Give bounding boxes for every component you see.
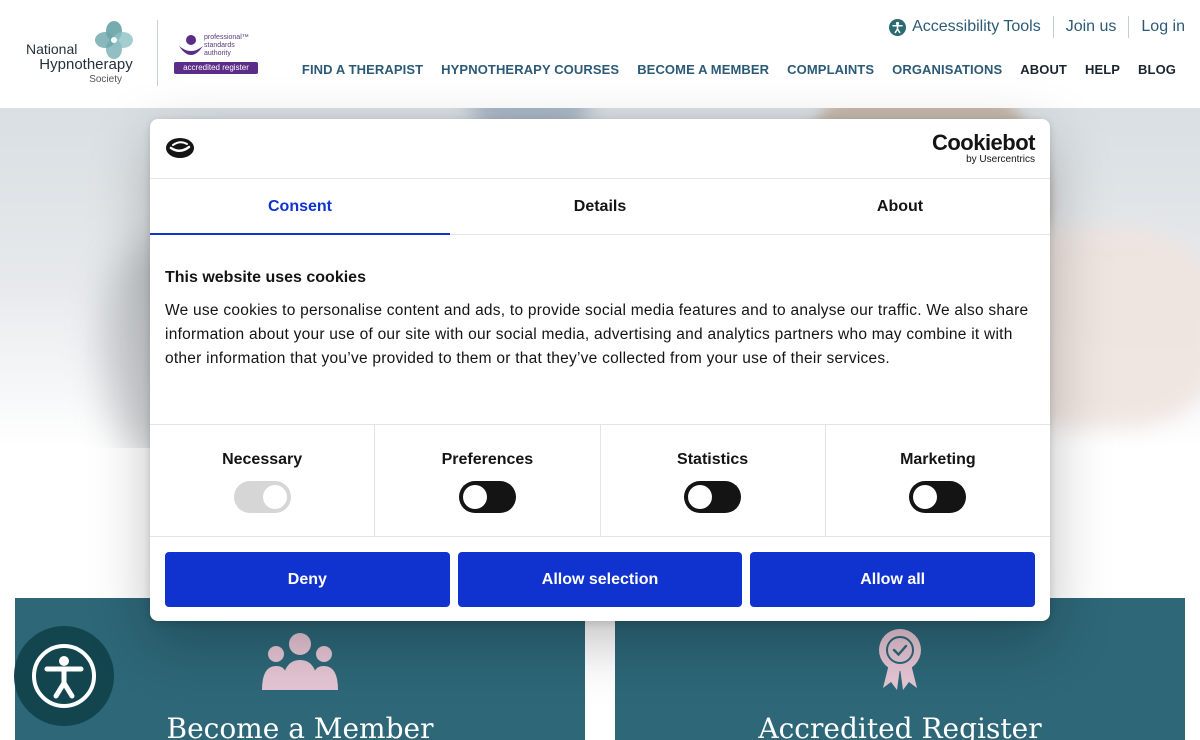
allow-selection-button[interactable]: Allow selection [457, 552, 743, 607]
tab-about[interactable]: About [750, 179, 1050, 234]
tab-consent[interactable]: Consent [150, 179, 450, 235]
necessary-switch [233, 481, 291, 513]
toggle-marketing-group: Marketing [826, 425, 1050, 536]
dialog-body: This website uses cookies We use cookies… [165, 269, 1035, 371]
toggle-label: Necessary [222, 451, 303, 468]
toggle-label: Marketing [900, 451, 976, 468]
dialog-title: This website uses cookies [165, 269, 366, 286]
toggle-preferences-group: Preferences [375, 425, 601, 536]
marketing-switch[interactable] [909, 481, 967, 513]
dialog-header: Cookiebot by Usercentrics [150, 119, 1050, 179]
cookie-consent-dialog: Cookiebot by Usercentrics Consent Detail… [150, 119, 1050, 621]
statistics-switch[interactable] [684, 481, 742, 513]
preferences-switch[interactable] [458, 481, 516, 513]
allow-all-button[interactable]: Allow all [750, 552, 1036, 607]
deny-button[interactable]: Deny [165, 552, 450, 607]
toggle-label: Preferences [441, 451, 534, 468]
cookiebot-brand[interactable]: Cookiebot by Usercentrics [931, 130, 1036, 165]
toggle-necessary-group: Necessary [150, 425, 376, 536]
tab-details[interactable]: Details [450, 179, 750, 234]
brand-sub: by Usercentrics [966, 154, 1035, 165]
toggle-label: Statistics [677, 451, 749, 468]
brand-name: Cookiebot [931, 130, 1036, 155]
consent-toggles: Necessary Preferences Statistics Marketi… [150, 424, 1050, 537]
toggle-statistics-group: Statistics [601, 425, 826, 536]
dialog-text: We use cookies to personalise content an… [165, 302, 1029, 367]
cookie-icon [166, 138, 194, 158]
dialog-tabs: Consent Details About [150, 179, 1050, 235]
dialog-buttons: Deny Allow selection Allow all [165, 552, 1036, 607]
